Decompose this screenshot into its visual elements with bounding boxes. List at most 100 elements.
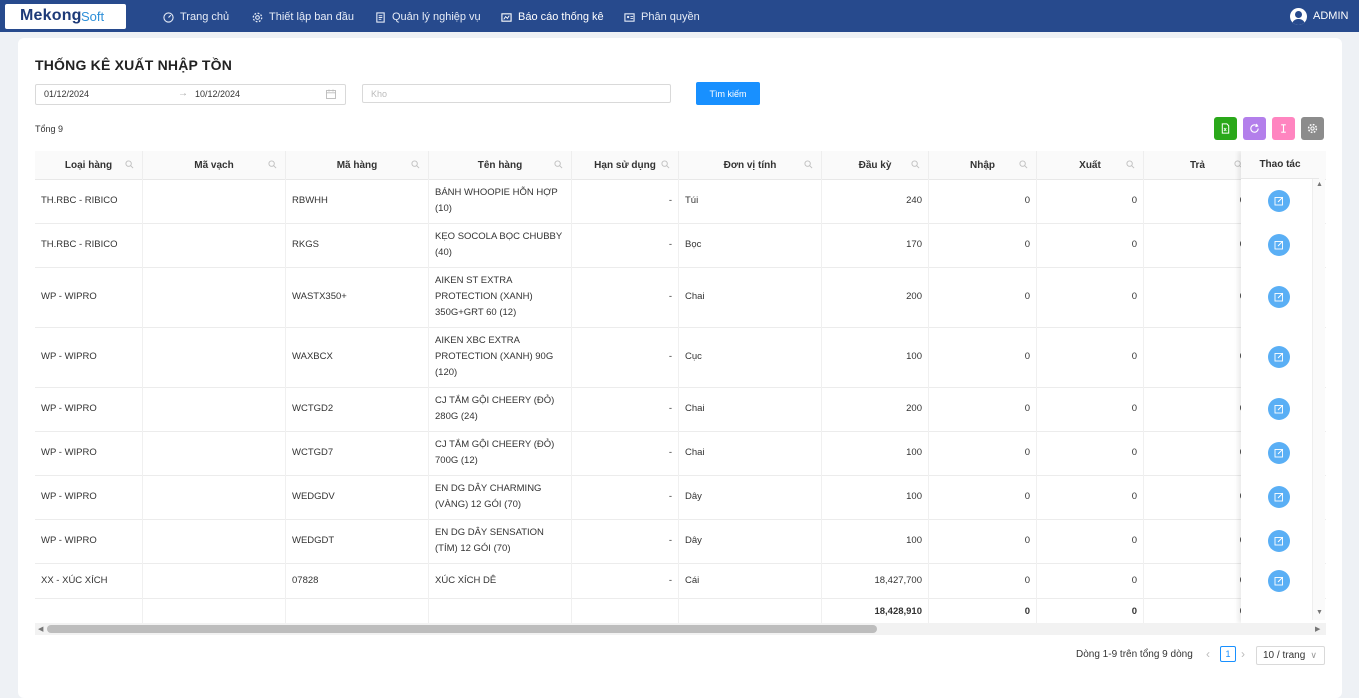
edit-button[interactable]	[1268, 346, 1290, 368]
logo[interactable]: Mekong Soft	[5, 4, 126, 29]
search-icon[interactable]	[804, 160, 813, 169]
scroll-down-icon[interactable]: ▼	[1316, 609, 1323, 616]
cell-dauky: 200	[822, 387, 929, 431]
nav-item-thiet-lap[interactable]: Thiết lập ban đầu	[252, 9, 354, 25]
nav-item-trang-chu[interactable]: Trang chủ	[163, 9, 229, 25]
cell-mahang: 07828	[286, 563, 429, 598]
search-icon[interactable]	[554, 160, 563, 169]
search-icon[interactable]	[911, 160, 920, 169]
document-icon	[376, 11, 385, 23]
kho-input[interactable]	[362, 84, 671, 103]
edit-button[interactable]	[1268, 486, 1290, 508]
date-to[interactable]: 10/12/2024	[195, 89, 240, 99]
nav-label: Thiết lập ban đầu	[269, 11, 355, 23]
refresh-button[interactable]	[1243, 117, 1266, 140]
user-menu[interactable]: ADMIN	[1290, 7, 1348, 25]
cell-dvt: Chai	[679, 267, 822, 327]
page-number-button[interactable]: 1	[1220, 646, 1236, 662]
chevron-left-icon[interactable]: ‹	[1206, 647, 1210, 661]
date-from[interactable]: 01/12/2024	[44, 89, 89, 99]
edit-icon	[1274, 292, 1284, 302]
scroll-up-icon[interactable]: ▲	[1316, 181, 1323, 188]
cell-hsd: -	[572, 519, 679, 563]
action-column: Thao tác	[1241, 151, 1319, 623]
page-title: THỐNG KÊ XUẤT NHẬP TỒN	[35, 57, 233, 73]
cell-mavach	[143, 519, 286, 563]
col-han-su-dung[interactable]: Hạn sử dụng	[572, 151, 679, 179]
scroll-right-icon[interactable]: ▶	[1315, 625, 1320, 633]
edit-button[interactable]	[1268, 442, 1290, 464]
scroll-thumb[interactable]	[47, 625, 877, 633]
edit-icon	[1274, 196, 1284, 206]
col-don-vi-tinh[interactable]: Đơn vị tính	[679, 151, 822, 179]
nav-item-phan-quyen[interactable]: Phân quyền	[624, 9, 700, 25]
cell-xuat: 0	[1037, 519, 1144, 563]
edit-button[interactable]	[1268, 234, 1290, 256]
cell-dvt: Bọc	[679, 223, 822, 267]
edit-button[interactable]	[1268, 398, 1290, 420]
cell-mavach	[143, 563, 286, 598]
cell-dvt: Túi	[679, 179, 822, 223]
cell-tra: 0	[1144, 223, 1252, 267]
cell-mahang: RKGS	[286, 223, 429, 267]
cell-loai: WP - WIPRO	[35, 519, 143, 563]
inventory-table: Loại hàng Mã vạch Mã hàng Tên hàng Hạn s…	[35, 151, 1326, 635]
summary-dauky: 18,428,910	[822, 598, 929, 626]
col-xuat[interactable]: Xuất	[1037, 151, 1144, 179]
cell-hsd: -	[572, 563, 679, 598]
edit-icon	[1274, 448, 1284, 458]
col-tra[interactable]: Trả	[1144, 151, 1252, 179]
col-dau-ky[interactable]: Đầu kỳ	[822, 151, 929, 179]
cell-dauky: 200	[822, 267, 929, 327]
column-height-button[interactable]	[1272, 117, 1295, 140]
cell-mahang: WEDGDV	[286, 475, 429, 519]
permission-icon	[624, 12, 635, 22]
cell-nhap: 0	[929, 223, 1037, 267]
nav-item-quan-ly[interactable]: Quản lý nghiệp vụ	[375, 9, 481, 25]
cell-ten: AIKEN ST EXTRA PROTECTION (XANH) 350G+GR…	[429, 267, 572, 327]
search-icon[interactable]	[125, 160, 134, 169]
page-size-select[interactable]: 10 / trang ∨	[1256, 646, 1325, 665]
col-ma-hang[interactable]: Mã hàng	[286, 151, 429, 179]
cell-dvt: Cục	[679, 327, 822, 387]
export-excel-button[interactable]	[1214, 117, 1237, 140]
cell-ten: CJ TẮM GỘI CHEERY (ĐỎ) 280G (24)	[429, 387, 572, 431]
search-icon[interactable]	[1019, 160, 1028, 169]
cell-mahang: WCTGD7	[286, 431, 429, 475]
search-icon[interactable]	[411, 160, 420, 169]
cell-nhap: 0	[929, 327, 1037, 387]
cell-loai: WP - WIPRO	[35, 267, 143, 327]
search-button[interactable]: Tìm kiếm	[696, 82, 760, 105]
page-size-value: 10 / trang	[1263, 650, 1306, 661]
edit-button[interactable]	[1268, 530, 1290, 552]
cell-loai: WP - WIPRO	[35, 475, 143, 519]
edit-button[interactable]	[1268, 286, 1290, 308]
cell-ten: EN DG DÂY SENSATION (TÍM) 12 GÓI (70)	[429, 519, 572, 563]
col-loai-hang[interactable]: Loại hàng	[35, 151, 143, 179]
gear-icon	[252, 12, 263, 22]
col-ten-hang[interactable]: Tên hàng	[429, 151, 572, 179]
cell-xuat: 0	[1037, 327, 1144, 387]
date-range-picker[interactable]: 01/12/2024 → 10/12/2024	[35, 84, 346, 105]
vertical-scrollbar[interactable]: ▲ ▼	[1312, 179, 1325, 620]
cell-tra: 0	[1144, 327, 1252, 387]
scroll-left-icon[interactable]: ◀	[38, 625, 43, 633]
edit-icon	[1274, 492, 1284, 502]
edit-button[interactable]	[1268, 569, 1290, 592]
horizontal-scrollbar[interactable]: ◀ ▶	[35, 623, 1326, 635]
nav-label: Quản lý nghiệp vụ	[392, 11, 481, 23]
col-ma-vach[interactable]: Mã vạch	[143, 151, 286, 179]
refresh-icon	[1250, 123, 1259, 133]
column-height-icon	[1281, 124, 1286, 133]
search-icon[interactable]	[1126, 160, 1135, 169]
cell-ten: XÚC XÍCH DÊ	[429, 563, 572, 598]
search-icon[interactable]	[661, 160, 670, 169]
edit-button[interactable]	[1268, 190, 1290, 212]
col-nhap[interactable]: Nhập	[929, 151, 1037, 179]
nav-item-bao-cao[interactable]: Báo cáo thống kê	[501, 9, 604, 25]
chevron-right-icon[interactable]: ›	[1241, 647, 1245, 661]
table-row: WP - WIPRO WCTGD7 CJ TẮM GỘI CHEERY (ĐỎ) 7…	[35, 431, 1326, 476]
calendar-icon	[326, 89, 336, 99]
settings-button[interactable]	[1301, 117, 1324, 140]
search-icon[interactable]	[268, 160, 277, 169]
